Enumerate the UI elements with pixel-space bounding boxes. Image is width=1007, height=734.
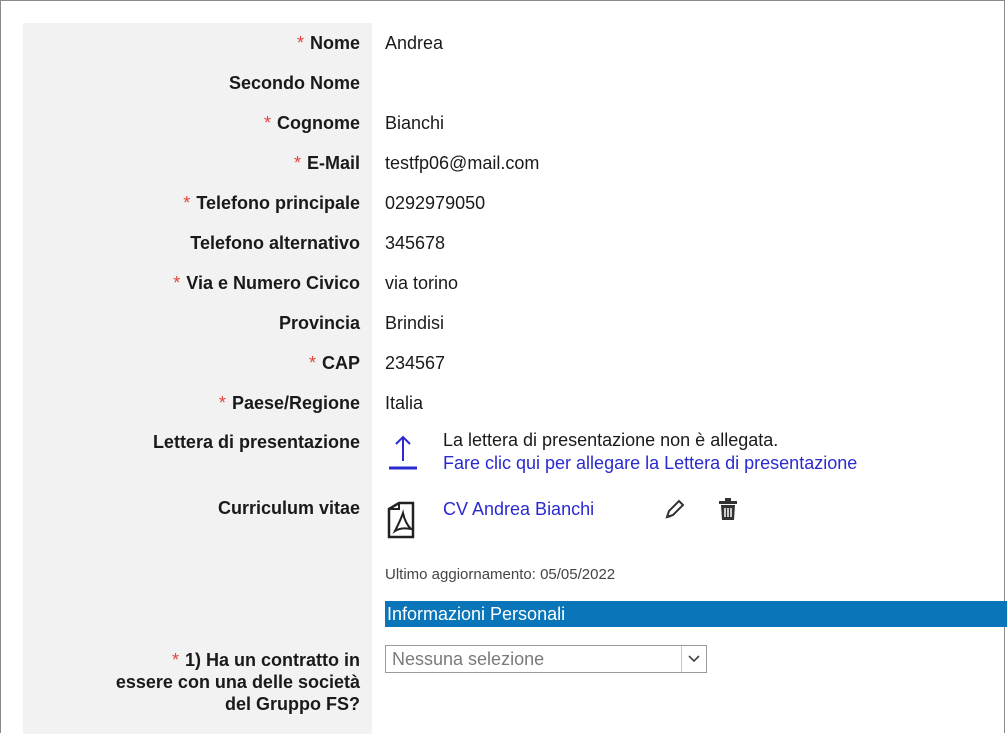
field-value-nome: Andrea [385,33,444,53]
field-row-cv: Curriculum vitae CV Andrea Bianchi Ultim… [23,489,1007,593]
required-marker: * [173,273,181,293]
section-row: Informazioni Personali [23,593,1007,635]
field-label: Lettera di presentazione [23,423,372,489]
upload-icon[interactable] [387,431,419,471]
field-label: Provincia [23,303,372,343]
field-row-cognome: * Cognome Bianchi [23,103,1007,143]
cover-letter-status: La lettera di presentazione non è allega… [443,430,779,450]
field-label: * E-Mail [23,143,372,183]
pencil-icon[interactable] [663,499,685,521]
required-marker: * [218,393,226,413]
attach-cover-letter-link[interactable]: Fare clic qui per allegare la Lettera di… [443,452,857,474]
required-marker: * [296,33,304,53]
required-marker: * [293,153,301,173]
field-value-via: via torino [385,273,459,293]
field-value-email: testfp06@mail.com [385,153,540,173]
required-marker: * [263,113,271,133]
field-label: Telefono alternativo [23,223,372,263]
question-label: * 1) Ha un contratto in essere con una de… [23,635,372,734]
field-row-cap: * CAP 234567 [23,343,1007,383]
required-marker: * [171,650,179,670]
field-label: * CAP [23,343,372,383]
form-frame: * Nome Andrea Secondo Nome * Cognome Bianc… [0,0,1007,734]
field-label: Curriculum vitae [23,489,372,593]
section-title: Informazioni Personali [385,601,1007,627]
field-row-telefono-principale: * Telefono principale 0292979050 [23,183,1007,223]
section-label-cell [23,593,372,635]
field-row-telefono-alternativo: Telefono alternativo 345678 [23,223,1007,263]
field-value-paese: Italia [385,393,424,413]
field-label: * Nome [23,23,372,63]
field-label: Secondo Nome [23,63,372,103]
chevron-down-icon[interactable] [681,646,706,672]
required-marker: * [308,353,316,373]
field-value-cognome: Bianchi [385,113,445,133]
field-row-nome: * Nome Andrea [23,23,1007,63]
field-value-cap: 234567 [385,353,446,373]
field-row-paese: * Paese/Regione Italia [23,383,1007,423]
field-value-telefono-principale: 0292979050 [385,193,486,213]
field-label: * Telefono principale [23,183,372,223]
select-value: Nessuna selezione [392,649,545,669]
field-label: * Via e Numero Civico [23,263,372,303]
field-label: * Paese/Regione [23,383,372,423]
required-marker: * [183,193,191,213]
contract-select[interactable]: Nessuna selezione [385,645,707,673]
trash-icon[interactable] [717,498,739,522]
field-value-provincia: Brindisi [385,313,445,333]
field-row-provincia: Provincia Brindisi [23,303,1007,343]
cv-file-link[interactable]: CV Andrea Bianchi [443,497,594,521]
field-label: * Cognome [23,103,372,143]
field-row-secondo-nome: Secondo Nome [23,63,1007,103]
field-row-via: * Via e Numero Civico via torino [23,263,1007,303]
field-row-lettera: Lettera di presentazione La lettera di p… [23,423,1007,489]
pdf-file-icon [385,501,419,541]
question-row: * 1) Ha un contratto in essere con una de… [23,635,1007,734]
field-value-telefono-alternativo: 345678 [385,233,446,253]
cv-last-update: Ultimo aggiornamento: 05/05/2022 [385,566,616,583]
field-row-email: * E-Mail testfp06@mail.com [23,143,1007,183]
